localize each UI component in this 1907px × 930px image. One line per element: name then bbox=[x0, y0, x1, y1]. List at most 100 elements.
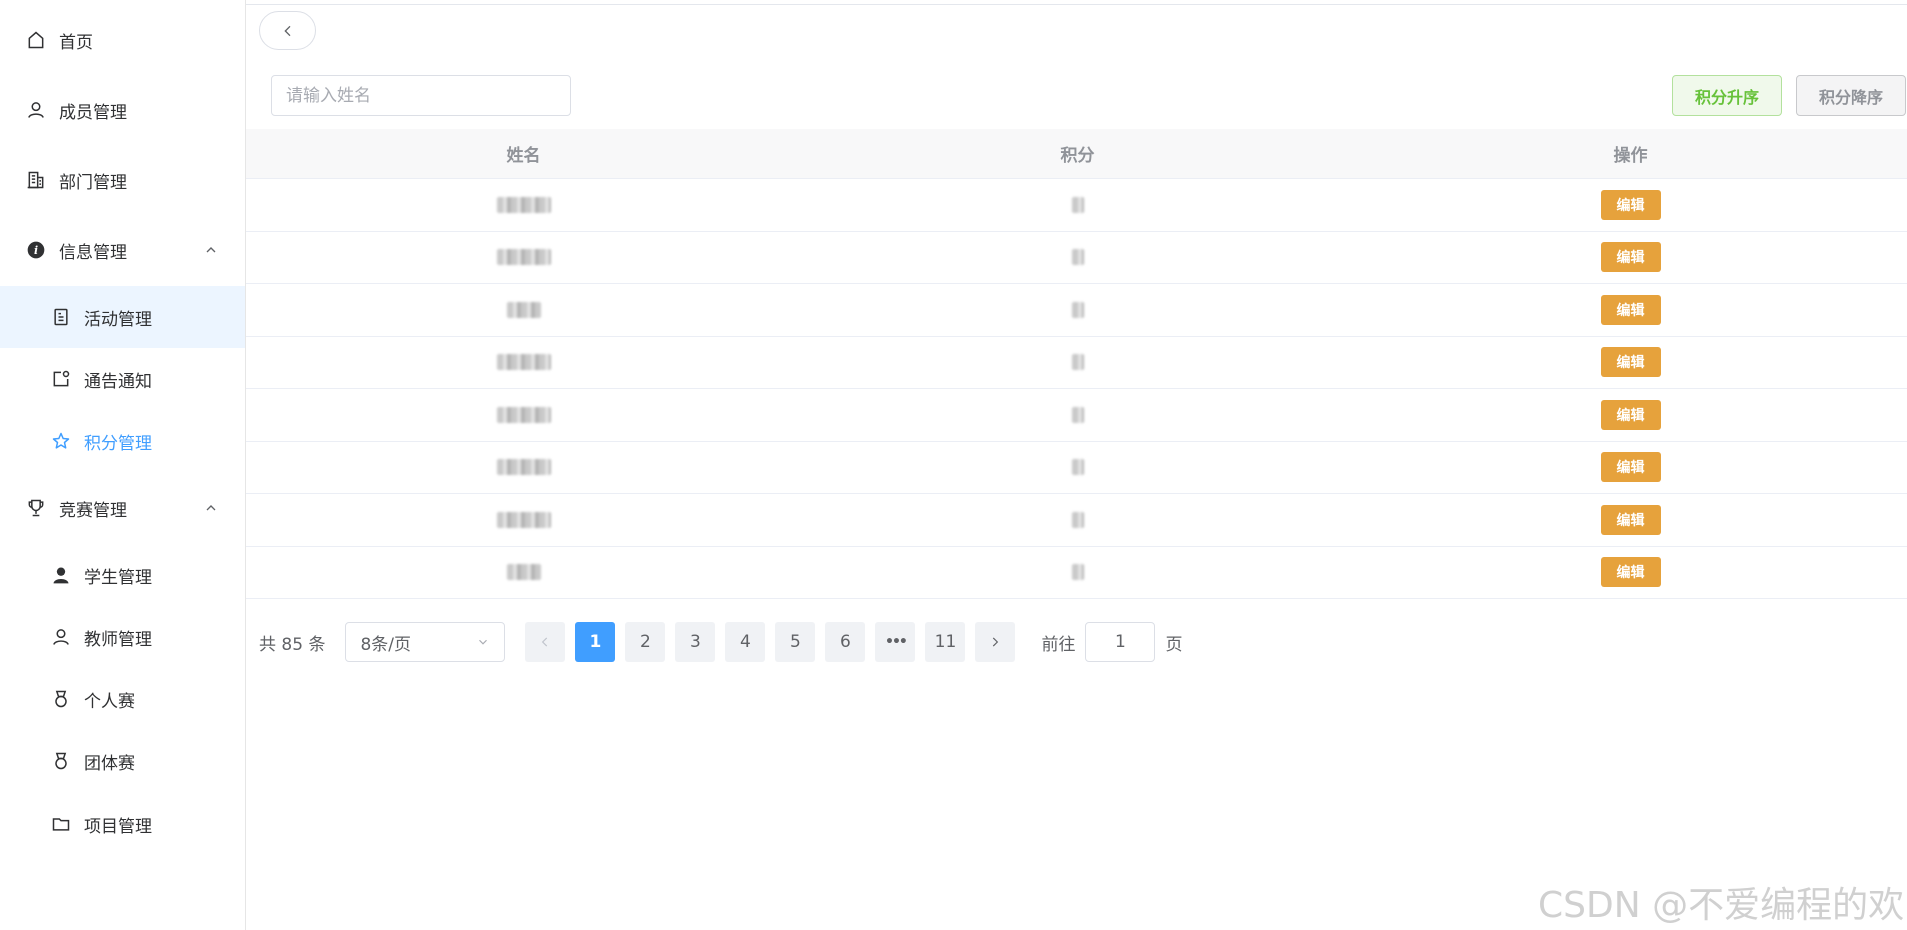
name-cell bbox=[246, 179, 801, 231]
edit-button[interactable]: 编辑 bbox=[1600, 242, 1661, 273]
page-button-1[interactable]: 1 bbox=[575, 622, 616, 662]
points-cell bbox=[801, 389, 1354, 441]
actions-cell: 编辑 bbox=[1354, 179, 1907, 231]
redacted-points bbox=[1071, 301, 1084, 318]
sidebar-item-label: 学生管理 bbox=[84, 567, 152, 588]
chevron-right-icon bbox=[993, 637, 999, 647]
edit-button[interactable]: 编辑 bbox=[1600, 557, 1661, 588]
edit-button[interactable]: 编辑 bbox=[1600, 504, 1661, 535]
page-button-11[interactable]: 11 bbox=[925, 622, 966, 662]
sidebar-item-notices[interactable]: 通告通知 bbox=[0, 348, 245, 410]
sidebar-item-label: 部门管理 bbox=[59, 172, 127, 193]
sidebar-item-home[interactable]: 首页 bbox=[0, 9, 245, 71]
edit-button[interactable]: 编辑 bbox=[1600, 347, 1661, 378]
medal-icon bbox=[50, 688, 72, 710]
sidebar-item-label: 项目管理 bbox=[84, 816, 152, 837]
sidebar-item-individual-contest[interactable]: 个人赛 bbox=[0, 668, 245, 730]
page-button-6[interactable]: 6 bbox=[825, 622, 866, 662]
edit-button[interactable]: 编辑 bbox=[1600, 189, 1661, 220]
sidebar-item-departments[interactable]: 部门管理 bbox=[0, 149, 245, 211]
actions-cell: 编辑 bbox=[1354, 389, 1907, 441]
table-row: 编辑 bbox=[246, 389, 1907, 442]
points-cell bbox=[801, 442, 1354, 494]
chevron-left-icon bbox=[283, 25, 290, 36]
table-row: 编辑 bbox=[246, 179, 1907, 232]
chevron-left-icon bbox=[542, 637, 548, 647]
office-building-icon bbox=[25, 169, 47, 191]
more-pages-button[interactable]: ••• bbox=[875, 622, 916, 662]
folder-icon bbox=[50, 813, 72, 835]
goto-label: 前往 bbox=[1041, 634, 1076, 655]
redacted-points bbox=[1071, 511, 1084, 528]
points-cell bbox=[801, 547, 1354, 599]
star-icon bbox=[50, 430, 72, 452]
sidebar-item-competition-management[interactable]: 竞赛管理 bbox=[0, 477, 245, 539]
sort-ascending-button[interactable]: 积分升序 bbox=[1672, 75, 1782, 116]
name-search-input[interactable] bbox=[271, 75, 571, 116]
sidebar-item-members[interactable]: 成员管理 bbox=[0, 79, 245, 141]
column-header-points: 积分 bbox=[1060, 146, 1095, 166]
edit-button[interactable]: 编辑 bbox=[1600, 452, 1661, 483]
sidebar-item-label: 竞赛管理 bbox=[59, 500, 127, 521]
sidebar-item-points[interactable]: 积分管理 bbox=[0, 410, 245, 472]
sidebar-item-label: 首页 bbox=[59, 32, 93, 53]
sidebar-item-team-contest[interactable]: 团体赛 bbox=[0, 730, 245, 792]
redacted-points bbox=[1071, 196, 1084, 213]
page-button-2[interactable]: 2 bbox=[625, 622, 666, 662]
goto-page-input[interactable] bbox=[1085, 622, 1156, 662]
sidebar-item-label: 团体赛 bbox=[84, 753, 135, 774]
points-cell bbox=[801, 494, 1354, 546]
actions-cell: 编辑 bbox=[1354, 494, 1907, 546]
page-button-3[interactable]: 3 bbox=[675, 622, 716, 662]
sort-descending-button[interactable]: 积分降序 bbox=[1796, 75, 1906, 116]
sidebar-item-label: 活动管理 bbox=[84, 309, 152, 330]
sidebar-item-label: 教师管理 bbox=[84, 629, 152, 650]
name-cell bbox=[246, 389, 801, 441]
redacted-name bbox=[496, 459, 551, 476]
actions-cell: 编辑 bbox=[1354, 284, 1907, 336]
divider bbox=[246, 4, 1907, 5]
actions-cell: 编辑 bbox=[1354, 232, 1907, 284]
next-page-button[interactable] bbox=[975, 622, 1016, 662]
sidebar-item-label: 通告通知 bbox=[84, 371, 152, 392]
name-cell bbox=[246, 284, 801, 336]
total-count: 共 85 条 bbox=[259, 634, 326, 655]
redacted-points bbox=[1071, 564, 1084, 581]
actions-cell: 编辑 bbox=[1354, 442, 1907, 494]
back-button[interactable] bbox=[259, 11, 316, 50]
sidebar-item-label: 个人赛 bbox=[84, 691, 135, 712]
page-button-5[interactable]: 5 bbox=[775, 622, 816, 662]
name-cell bbox=[246, 547, 801, 599]
chevron-up-icon bbox=[206, 247, 216, 253]
redacted-name bbox=[496, 511, 551, 528]
notification-icon bbox=[50, 368, 72, 390]
redacted-name bbox=[496, 196, 551, 213]
user-filled-icon bbox=[50, 564, 72, 586]
sidebar-item-label: 积分管理 bbox=[84, 433, 152, 454]
name-cell bbox=[246, 337, 801, 389]
column-header-actions: 操作 bbox=[1613, 146, 1648, 166]
table-row: 编辑 bbox=[246, 442, 1907, 494]
sidebar-item-info-management[interactable]: i 信息管理 bbox=[0, 219, 245, 281]
sidebar-item-activities[interactable]: 活动管理 bbox=[0, 286, 245, 348]
trophy-icon bbox=[25, 497, 47, 519]
points-cell bbox=[801, 337, 1354, 389]
redacted-points bbox=[1071, 249, 1084, 266]
redacted-name bbox=[496, 406, 551, 423]
svg-text:i: i bbox=[34, 244, 38, 257]
app-root: 首页 成员管理 部门管理 i 信息管理 活动管理 通告通知 积分管理 竞赛管理 … bbox=[0, 0, 1907, 930]
prev-page-button[interactable] bbox=[525, 622, 566, 662]
page-button-4[interactable]: 4 bbox=[725, 622, 766, 662]
table-row: 编辑 bbox=[246, 494, 1907, 547]
edit-button[interactable]: 编辑 bbox=[1600, 294, 1661, 325]
watermark: CSDN @不爱编程的欢 bbox=[1538, 885, 1905, 926]
sidebar-item-students[interactable]: 学生管理 bbox=[0, 544, 245, 606]
edit-button[interactable]: 编辑 bbox=[1600, 399, 1661, 430]
column-header-name: 姓名 bbox=[506, 146, 541, 166]
sidebar-item-projects[interactable]: 项目管理 bbox=[0, 793, 245, 855]
redacted-name bbox=[506, 301, 541, 318]
page-size-select[interactable]: 8条/页 bbox=[345, 622, 506, 662]
sidebar-item-teachers[interactable]: 教师管理 bbox=[0, 606, 245, 668]
name-cell bbox=[246, 494, 801, 546]
table-row: 编辑 bbox=[246, 232, 1907, 284]
